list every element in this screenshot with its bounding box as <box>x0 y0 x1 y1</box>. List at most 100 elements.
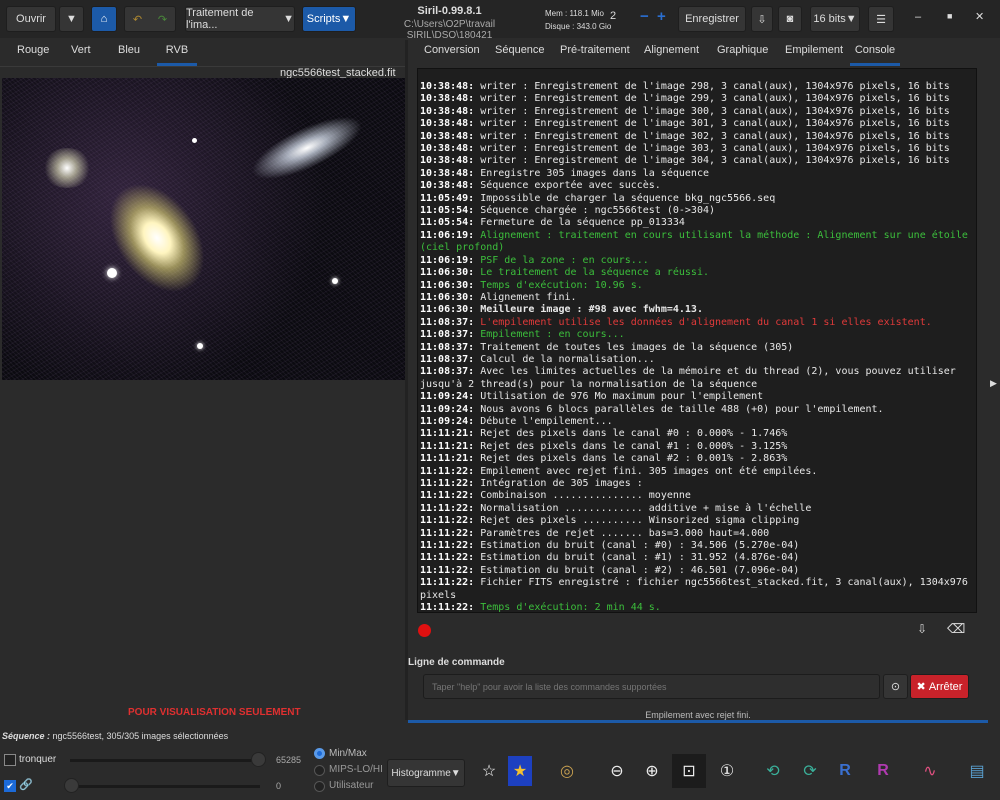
console-line: 10:38:48: writer : Enregistrement de l'i… <box>420 131 976 143</box>
star <box>192 138 197 143</box>
astrometry-icon[interactable]: ◎ <box>552 756 582 786</box>
console-line: 11:05:54: Séquence chargée : ngc5566test… <box>420 205 976 217</box>
open-dropdown-button[interactable]: ▼ <box>59 6 84 32</box>
log-timestamp: 11:08:37: <box>420 341 475 353</box>
console-line: 11:11:22: Intégration de 305 images : <box>420 478 976 490</box>
zoom-in-icon[interactable]: ⊕ <box>637 756 667 786</box>
zoom-out-icon[interactable]: ⊖ <box>602 756 632 786</box>
image-canvas[interactable] <box>2 78 406 380</box>
log-message: Rejet des pixels dans le canal #1 : 0.00… <box>474 440 788 452</box>
mirror-y-icon[interactable]: R <box>868 756 898 786</box>
snapshot-icon[interactable]: ◙ <box>778 6 802 32</box>
scripts-label: Scripts <box>306 13 341 25</box>
console-line: 10:38:48: writer : Enregistrement de l'i… <box>420 81 976 93</box>
progress-bar <box>408 720 988 723</box>
bitdepth-label: 16 bits <box>813 13 846 25</box>
tab-preprocessing[interactable]: Pré-traitement <box>560 44 630 66</box>
radio-minmax[interactable] <box>314 748 325 759</box>
minimize-icon[interactable]: – <box>915 11 921 23</box>
bitdepth-dropdown[interactable]: 16 bits ▼ <box>810 6 860 32</box>
histogram-icon[interactable]: ∿ <box>915 756 945 786</box>
log-timestamp: 10:38:48: <box>420 81 475 92</box>
log-timestamp: 11:11:22: <box>420 602 475 613</box>
console-line: 11:08:37: Calcul de la normalisation... <box>420 354 976 366</box>
false-color-icon[interactable]: ★ <box>508 756 532 786</box>
min-slider-handle[interactable] <box>64 778 79 793</box>
save-button[interactable]: Enregistrer <box>678 6 746 32</box>
zoom-fit-icon[interactable]: ⊡ <box>672 754 706 788</box>
image-stack-icon[interactable]: ▤ <box>962 756 992 786</box>
radio-mips[interactable] <box>314 765 325 776</box>
max-slider-handle[interactable] <box>251 752 266 767</box>
log-timestamp: 11:09:24: <box>420 391 475 403</box>
histogram-dropdown[interactable]: Histogramme ▼ <box>387 759 465 787</box>
tab-sequence[interactable]: Séquence <box>495 44 545 66</box>
log-message: Estimation du bruit (canal : #2) : 46.50… <box>474 564 800 576</box>
clear-log-icon[interactable]: ⌫ <box>947 621 965 637</box>
log-timestamp: 11:05:49: <box>420 192 475 204</box>
log-message: Temps d'exécution: 2 min 44 s. <box>474 602 661 613</box>
pane-separator[interactable] <box>405 40 408 720</box>
zoom-one-icon[interactable]: ① <box>712 756 742 786</box>
log-timestamp: 10:38:48: <box>420 93 475 105</box>
command-input[interactable] <box>423 674 880 699</box>
maximize-icon[interactable]: ■ <box>947 11 952 21</box>
close-icon[interactable]: ✕ <box>975 10 984 23</box>
hamburger-menu-icon[interactable]: ☰ <box>868 6 894 32</box>
undo-icon[interactable]: ↶ <box>133 13 142 26</box>
processing-menu-button[interactable]: Traitement de l'ima... ▼ <box>185 6 295 32</box>
console-line: 11:05:54: Fermeture de la séquence pp_01… <box>420 217 976 229</box>
memory-usage: Mem : 118.1 Mio <box>545 9 604 18</box>
negative-view-icon[interactable]: ☆ <box>474 756 504 786</box>
log-timestamp: 11:08:37: <box>420 366 475 378</box>
mirror-x-icon[interactable]: R <box>830 756 860 786</box>
console-line: 11:08:37: Empilement : en cours... <box>420 329 976 341</box>
threads-spinner[interactable]: 2 <box>610 10 616 22</box>
expand-arrow-icon[interactable]: ▶ <box>990 378 997 389</box>
log-timestamp: 11:11:21: <box>420 440 475 452</box>
tab-red[interactable]: Rouge <box>17 44 49 66</box>
rotate-left-icon[interactable]: ⟲ <box>758 756 788 786</box>
min-slider[interactable] <box>70 785 260 788</box>
log-timestamp: 11:11:22: <box>420 527 475 539</box>
tab-stacking[interactable]: Empilement <box>785 44 843 66</box>
tab-blue[interactable]: Bleu <box>118 44 140 66</box>
console-line: 11:11:22: Estimation du bruit (canal : #… <box>420 565 976 577</box>
log-message: writer : Enregistrement de l'image 298, … <box>474 81 950 92</box>
mode-user-label: Utilisateur <box>329 780 374 791</box>
plus-icon[interactable]: + <box>657 8 666 25</box>
scripts-menu-button[interactable]: Scripts ▼ <box>302 6 356 32</box>
log-message: Débute l'empilement... <box>474 415 613 427</box>
link-checkbox[interactable]: ✔ <box>4 780 16 792</box>
rotate-right-icon[interactable]: ⟳ <box>795 756 825 786</box>
console-line: 11:06:30: Meilleure image : #98 avec fwh… <box>420 304 976 316</box>
home-icon[interactable]: ⌂ <box>91 6 117 32</box>
console-line: 10:38:48: writer : Enregistrement de l'i… <box>420 143 976 155</box>
console-line: 10:38:48: Enregistre 305 images dans la … <box>420 168 976 180</box>
tab-green[interactable]: Vert <box>71 44 91 66</box>
console-log[interactable]: 10:38:48: writer : Enregistrement de l'i… <box>417 68 977 613</box>
stop-button[interactable]: ✖ Arrêter <box>910 674 969 699</box>
log-message: writer : Enregistrement de l'image 303, … <box>474 143 950 155</box>
tab-rgb[interactable]: RVB <box>157 44 197 66</box>
log-message: writer : Enregistrement de l'image 301, … <box>474 118 950 130</box>
max-slider[interactable] <box>70 759 260 762</box>
open-button[interactable]: Ouvrir <box>6 6 56 32</box>
minus-icon[interactable]: − <box>640 8 649 25</box>
max-value: 65285 <box>276 755 302 765</box>
tab-registration[interactable]: Alignement <box>644 44 699 66</box>
tab-console[interactable]: Console <box>850 44 900 66</box>
clip-checkbox[interactable] <box>4 754 16 766</box>
log-timestamp: 11:11:22: <box>420 465 475 477</box>
tab-conversion[interactable]: Conversion <box>424 44 480 66</box>
help-icon[interactable]: ⊙ <box>883 674 908 699</box>
tab-plot[interactable]: Graphique <box>717 44 768 66</box>
save-log-icon[interactable]: ⇩ <box>917 622 927 636</box>
save-as-icon[interactable]: ⇩ <box>751 6 773 32</box>
log-message: Fichier FITS enregistré : fichier ngc556… <box>420 577 974 601</box>
radio-user[interactable] <box>314 781 325 792</box>
log-timestamp: 10:38:48: <box>420 180 475 192</box>
console-line: 11:09:24: Nous avons 6 blocs parallèles … <box>420 404 976 416</box>
redo-icon[interactable]: ↷ <box>158 13 167 26</box>
console-line: 11:08:37: Avec les limites actuelles de … <box>420 366 976 391</box>
